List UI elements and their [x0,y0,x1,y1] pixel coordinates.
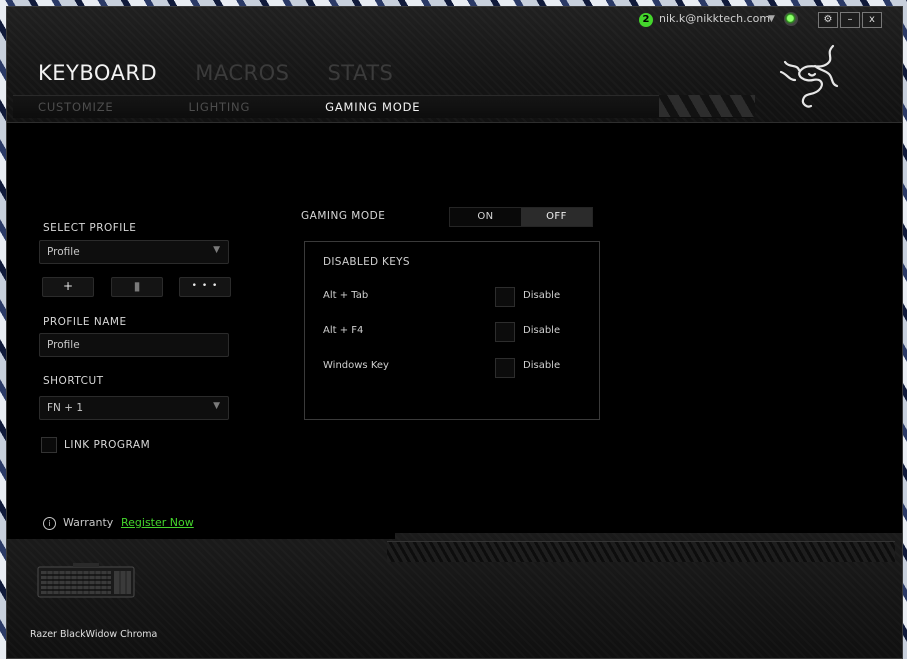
sub-tabs: CUSTOMIZE LIGHTING GAMING MODE [38,100,495,114]
razer-logo-icon [779,44,839,108]
gaming-mode-label: GAMING MODE [301,210,386,222]
tab-macros[interactable]: MACROS [195,61,289,85]
sync-status-icon[interactable] [784,12,798,26]
subtab-lighting[interactable]: LIGHTING [188,100,250,114]
profile-select[interactable]: Profile ▼ [39,240,229,264]
close-button[interactable]: x [862,12,882,28]
footer-decoration [387,541,895,562]
title-bar: 2 nik.k@nikktech.com ▼ ⚙ – x [7,7,902,31]
more-options-button[interactable]: • • • [179,277,231,297]
main-tabs: KEYBOARD MACROS STATS [38,61,393,85]
tab-stats[interactable]: STATS [327,61,393,85]
disable-alt-f4-text: Disable [523,325,561,336]
shortcut-label: SHORTCUT [43,375,104,387]
gaming-mode-toggle[interactable]: ON OFF [449,207,593,227]
disable-windows-key-checkbox[interactable] [495,358,515,378]
disabled-keys-title: DISABLED KEYS [323,256,410,268]
link-program-label: LINK PROGRAM [64,439,151,451]
tab-keyboard[interactable]: KEYBOARD [38,61,157,85]
chevron-down-icon[interactable]: ▼ [768,14,775,24]
add-profile-button[interactable]: + [42,277,94,297]
device-footer: Razer BlackWidow Chroma [7,533,902,658]
chevron-down-icon: ▼ [213,245,220,255]
info-icon: i [43,517,56,530]
delete-profile-button[interactable]: ▮ [111,277,163,297]
sub-bar-decoration [659,95,755,117]
gaming-mode-off-button[interactable]: OFF [521,208,592,226]
disable-windows-key-text: Disable [523,360,561,371]
gaming-mode-on-button[interactable]: ON [450,208,521,226]
profile-select-value: Profile [47,246,80,258]
gaming-mode-content: SELECT PROFILE Profile ▼ + ▮ • • • PROFI… [7,123,902,533]
link-program-checkbox[interactable] [41,437,57,453]
window-controls: ⚙ – x [818,12,882,28]
warranty-label: Warranty [63,516,114,529]
user-email[interactable]: nik.k@nikktech.com [659,12,770,25]
synapse-window: 2 nik.k@nikktech.com ▼ ⚙ – x KEYBOARD MA… [6,6,903,659]
device-name: Razer BlackWidow Chroma [30,629,158,640]
subtab-gaming-mode[interactable]: GAMING MODE [325,100,420,114]
register-now-link[interactable]: Register Now [121,516,194,529]
disabled-keys-panel: DISABLED KEYS Alt + Tab Disable Alt + F4… [304,241,600,420]
profile-name-field[interactable]: Profile [39,333,229,357]
minimize-button[interactable]: – [840,12,860,28]
disable-alt-tab-checkbox[interactable] [495,287,515,307]
shortcut-value: FN + 1 [47,402,84,414]
select-profile-label: SELECT PROFILE [43,222,137,234]
header: 2 nik.k@nikktech.com ▼ ⚙ – x KEYBOARD MA… [7,7,902,123]
keyboard-device-icon[interactable] [37,563,135,599]
key-windows-label: Windows Key [323,360,389,371]
profile-name-value: Profile [47,339,80,351]
disable-alt-tab-text: Disable [523,290,561,301]
notification-badge[interactable]: 2 [639,13,653,27]
subtab-customize[interactable]: CUSTOMIZE [38,100,113,114]
profile-name-label: PROFILE NAME [43,316,127,328]
key-alt-f4-label: Alt + F4 [323,325,364,336]
disable-alt-f4-checkbox[interactable] [495,322,515,342]
chevron-down-icon: ▼ [213,401,220,411]
footer-divider [7,533,395,539]
shortcut-select[interactable]: FN + 1 ▼ [39,396,229,420]
key-alt-tab-label: Alt + Tab [323,290,369,301]
settings-button[interactable]: ⚙ [818,12,838,28]
